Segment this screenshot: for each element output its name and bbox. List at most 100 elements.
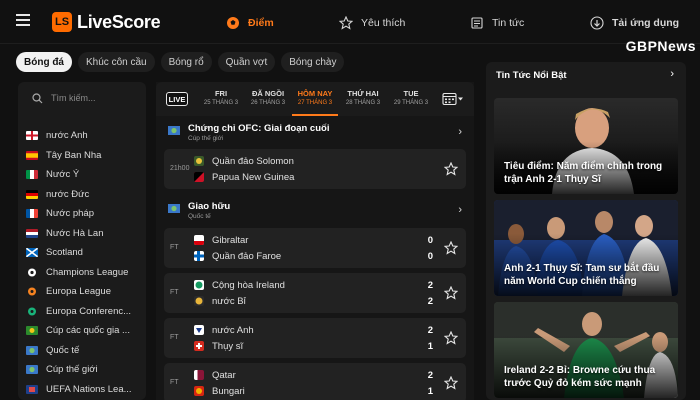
sidebar-item-label: Tây Ban Nha (46, 149, 102, 161)
date-label: 27 THÁNG 3 (297, 100, 333, 106)
date-tab-1[interactable]: FRI 25 THÁNG 3 (198, 89, 244, 106)
home-score: 2 (427, 370, 433, 381)
nav-scores[interactable]: Điểm (226, 14, 274, 32)
gibraltar-crest-icon (194, 235, 204, 245)
world-cup-icon (26, 365, 38, 375)
search-icon (32, 92, 43, 103)
sidebar-item-scotland[interactable]: Scotland (26, 243, 146, 263)
sidebar-item-nations-league[interactable]: UEFA Nations Lea... (26, 380, 146, 400)
sidebar-item-spain[interactable]: Tây Ban Nha (26, 146, 146, 166)
match-row[interactable]: FT nước Anh Thụy sĩ 2 1 (164, 318, 466, 358)
switzerland-crest-icon (194, 341, 204, 351)
download-icon (590, 16, 604, 30)
sidebar-item-europa-conference[interactable]: Europa Conferenc... (26, 302, 146, 322)
date-tab-5[interactable]: TUE 29 THÁNG 3 (388, 89, 434, 106)
sidebar-item-international[interactable]: Quốc tế (26, 341, 146, 361)
match-status: FT (170, 334, 179, 341)
news-caption: Anh 2-1 Thụy Sĩ: Tam sư bắt đầu năm Worl… (504, 263, 660, 287)
match-row[interactable]: FT Gibraltar Quần đảo Faroe 0 0 (164, 228, 466, 268)
home-score: 2 (427, 325, 433, 336)
matches-panel: LIVE FRI 25 THÁNG 3 ĐÃ NGỒI 26 THÁNG 3 H… (156, 82, 474, 400)
news-card[interactable]: Anh 2-1 Thụy Sĩ: Tam sư bắt đầu năm Worl… (494, 200, 678, 296)
sidebar-item-germany[interactable]: nước Đức (26, 185, 146, 205)
menu-icon[interactable] (16, 14, 30, 26)
sidebar-item-label: Scotland (46, 247, 83, 259)
nav-favourites[interactable]: Yêu thích (339, 14, 405, 32)
scotland-flag-icon (26, 248, 38, 258)
match-status: 21h00 (170, 165, 190, 172)
logo[interactable]: LS LiveScore (52, 12, 161, 32)
calendar-icon[interactable] (442, 92, 464, 106)
germany-flag-icon (26, 189, 38, 199)
match-row[interactable]: FT Cộng hòa Ireland nước Bỉ 2 2 (164, 273, 466, 313)
sidebar-item-nations-cup[interactable]: Cúp các quốc gia ... (26, 321, 146, 341)
sidebar-item-england[interactable]: nước Anh (26, 126, 146, 146)
date-tab-2[interactable]: ĐÃ NGỒI 26 THÁNG 3 (245, 89, 291, 106)
tab-football[interactable]: Bóng đá (16, 52, 72, 72)
match-row[interactable]: FT Qatar Bungari 2 1 (164, 363, 466, 400)
favourite-star-icon[interactable] (444, 241, 458, 255)
tab-hockey[interactable]: Khúc côn cầu (78, 52, 155, 72)
chevron-right-icon[interactable]: › (670, 68, 674, 80)
competition-header[interactable]: Giao hữu Quốc tế › (164, 198, 468, 226)
sidebar-item-world-cup[interactable]: Cúp thế giới (26, 360, 146, 380)
favourite-star-icon[interactable] (444, 162, 458, 176)
date-tab-today[interactable]: HÔM NAY 27 THÁNG 3 (292, 89, 338, 116)
champions-league-icon (28, 268, 36, 277)
top-navigation-bar: LS LiveScore Điểm Yêu thích Tin tức Tải … (0, 0, 700, 44)
date-tab-4[interactable]: THỨ HAI 28 THÁNG 3 (340, 89, 386, 106)
home-team: Quần đảo Solomon (194, 154, 294, 168)
sidebar-item-label: Europa Conferenc... (46, 305, 132, 317)
oceania-flag-icon (168, 126, 180, 135)
sidebar-item-france[interactable]: Nước pháp (26, 204, 146, 224)
tab-basketball[interactable]: Bóng rổ (160, 52, 212, 72)
nav-download-app[interactable]: Tải ứng dụng (590, 14, 679, 32)
date-label: 29 THÁNG 3 (393, 100, 429, 106)
sidebar-item-italy[interactable]: Nước Ý (26, 165, 146, 185)
away-score: 0 (427, 251, 433, 262)
sidebar-item-label: Nước Ý (46, 169, 80, 181)
png-logo-icon (194, 172, 204, 182)
search-input[interactable]: Tìm kiếm... (51, 93, 96, 103)
chevron-right-icon: › (458, 126, 462, 138)
competition-name: Chứng chỉ OFC: Giai đoạn cuối (188, 123, 330, 134)
tab-tennis[interactable]: Quần vợt (217, 52, 276, 72)
match-row[interactable]: 21h00 Quần đảo Solomon Papua New Guinea (164, 149, 466, 189)
live-button[interactable]: LIVE (166, 92, 188, 106)
away-team-name: Quần đảo Faroe (212, 250, 282, 262)
sidebar-item-champions-league[interactable]: Champions League (26, 263, 146, 283)
home-team-name: nước Anh (212, 324, 254, 336)
sidebar-item-europa-league[interactable]: Europa League (26, 282, 146, 302)
sidebar-item-netherlands[interactable]: Nước Hà Lan (26, 224, 146, 244)
europa-league-icon (28, 287, 36, 296)
sidebar-item-label: nước Đức (46, 188, 90, 200)
match-status: FT (170, 379, 179, 386)
sport-tabs: Bóng đá Khúc côn cầu Bóng rổ Quần vợt Bó… (16, 52, 345, 72)
news-card[interactable]: Ireland 2-2 Bỉ: Browne cứu thua trước Qu… (494, 302, 678, 398)
tab-baseball[interactable]: Bóng chày (281, 52, 345, 72)
date-label: 28 THÁNG 3 (345, 100, 381, 106)
away-team-name: Bungari (212, 385, 245, 397)
away-team-name: Thụy sĩ (212, 340, 244, 352)
favourite-star-icon[interactable] (444, 286, 458, 300)
away-team: Papua New Guinea (194, 170, 294, 184)
home-team-name: Qatar (212, 369, 236, 381)
sidebar-item-label: Champions League (46, 266, 129, 278)
watermark: GBPNews (625, 38, 696, 54)
favourite-star-icon[interactable] (444, 331, 458, 345)
faroe-crest-icon (194, 251, 204, 261)
globe-flag-icon (26, 345, 38, 355)
nav-news[interactable]: Tin tức (470, 14, 524, 32)
search-box[interactable]: Tìm kiếm... (24, 88, 140, 108)
favourite-star-icon[interactable] (444, 376, 458, 390)
competition-header[interactable]: Chứng chỉ OFC: Giai đoạn cuối Cúp thế gi… (164, 120, 468, 148)
away-team: Quần đảo Faroe (194, 249, 281, 263)
featured-news-panel: Tin Tức Nổi Bật › Tiêu điểm: Năm điểm ch… (486, 62, 686, 400)
qatar-crest-icon (194, 370, 204, 380)
news-card[interactable]: Tiêu điểm: Năm điểm chính trong trận Anh… (494, 98, 678, 194)
news-icon (471, 17, 483, 29)
date-day: HÔM NAY (297, 89, 333, 98)
bulgaria-crest-icon (194, 386, 204, 396)
away-score: 1 (427, 386, 433, 397)
solomon-islands-logo-icon (194, 156, 204, 166)
